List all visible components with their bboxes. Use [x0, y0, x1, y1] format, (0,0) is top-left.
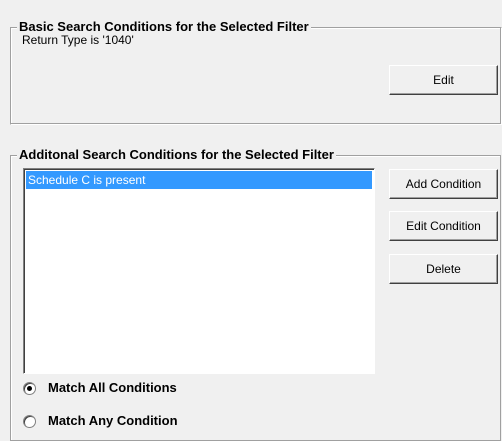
basic-condition-text: Return Type is '1040'	[22, 33, 134, 47]
conditions-listbox[interactable]: Schedule C is present	[23, 168, 375, 374]
additional-conditions-title: Additonal Search Conditions for the Sele…	[17, 147, 336, 163]
match-all-radio[interactable]: Match All Conditions	[23, 379, 177, 397]
match-any-radio[interactable]: Match Any Condition	[23, 412, 178, 430]
match-any-label: Match Any Condition	[48, 413, 178, 428]
radio-checked-icon[interactable]	[23, 381, 36, 395]
delete-button[interactable]: Delete	[389, 254, 498, 284]
edit-basic-button[interactable]: Edit	[389, 65, 498, 95]
add-condition-button[interactable]: Add Condition	[389, 169, 498, 199]
edit-condition-button[interactable]: Edit Condition	[389, 211, 498, 241]
radio-unchecked-icon[interactable]	[23, 414, 36, 428]
list-item[interactable]: Schedule C is present	[26, 171, 372, 189]
match-all-label: Match All Conditions	[48, 380, 177, 395]
